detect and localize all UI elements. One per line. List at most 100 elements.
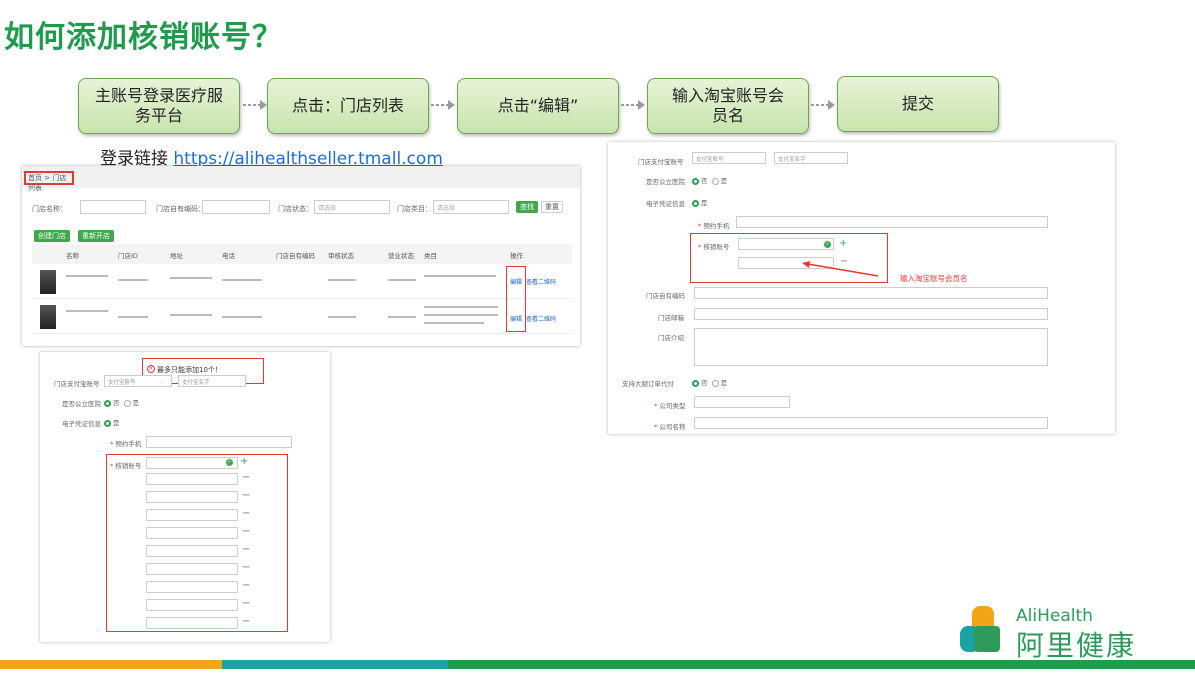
option-yes: 是	[132, 399, 140, 407]
edit-highlight-box	[506, 266, 526, 332]
filter-code-input[interactable]	[202, 200, 270, 214]
intro-textarea[interactable]	[694, 328, 1048, 366]
add-icon[interactable]: +	[240, 457, 248, 467]
company-name-label-text: 公司名称	[659, 423, 686, 431]
step-edit: 点击“编辑”	[457, 78, 619, 134]
redacted-text	[424, 306, 498, 308]
breadcrumb: 首页 > 门店列表	[22, 166, 580, 192]
column-header: 门店自有编码	[276, 252, 315, 260]
column-header: 营业状态	[388, 252, 414, 260]
public-hospital-radios[interactable]: 否 是	[692, 175, 727, 185]
phone-label-text: 预约手机	[703, 222, 730, 230]
verify-account-input[interactable]	[146, 509, 238, 521]
column-header: 电话	[222, 252, 235, 260]
remove-icon[interactable]: −	[242, 527, 250, 537]
redacted-text	[424, 314, 498, 316]
radio-icon[interactable]	[711, 177, 719, 185]
company-type-label-text: 公司类型	[659, 402, 686, 410]
annotation-arrow-icon	[802, 261, 879, 277]
arrow-icon	[620, 98, 646, 112]
code-input[interactable]	[694, 287, 1048, 299]
create-store-button[interactable]: 创建门店	[34, 230, 70, 242]
evoucher-radio[interactable]: 是	[692, 197, 708, 207]
remove-icon[interactable]: −	[242, 617, 250, 627]
evoucher-radio[interactable]: 是	[104, 417, 120, 427]
alipay-name-placeholder: 支付宝名字	[182, 380, 210, 386]
verify-label-text: 核销账号	[703, 243, 730, 251]
option-no: 否	[701, 379, 708, 387]
verify-account-input[interactable]	[146, 473, 238, 485]
remove-icon[interactable]: −	[242, 509, 250, 519]
company-type-select[interactable]	[694, 396, 790, 408]
remove-icon[interactable]: −	[242, 473, 250, 483]
verify-account-input[interactable]	[146, 617, 238, 629]
store-list-screenshot: 首页 > 门店列表 门店名称： 门店自有编码： 门店状态： 请选择 门店类目： …	[22, 166, 580, 346]
step-submit: 提交	[837, 76, 999, 132]
breadcrumb-text[interactable]: 首页 > 门店列表	[24, 171, 74, 192]
verify-label: * 核销账号	[110, 462, 142, 470]
step-label: 点击“编辑”	[497, 96, 579, 115]
qrcode-link[interactable]: 查看二维码	[526, 314, 556, 323]
filter-category-select[interactable]: 请选择	[433, 200, 509, 214]
company-name-input[interactable]	[694, 417, 1048, 429]
remove-icon[interactable]: −	[242, 581, 250, 591]
redacted-text	[424, 275, 496, 277]
verify-account-input[interactable]	[146, 581, 238, 593]
reopen-store-button[interactable]: 重新开店	[78, 230, 114, 242]
option-yes: 是	[720, 177, 728, 185]
alipay-placeholder: 支付宝账号	[696, 157, 724, 163]
table-header: 名称 门店ID 地址 电话 门店自有编码 审核状态 营业状态 类目 操作	[32, 244, 572, 264]
support-label: 支持大额订单代付	[622, 380, 674, 388]
filter-status-select[interactable]: 请选择	[314, 200, 390, 214]
phone-input[interactable]	[736, 216, 1048, 228]
phone-input[interactable]	[146, 436, 292, 448]
remove-icon[interactable]: −	[242, 599, 250, 609]
company-name-label: * 公司名称	[654, 423, 686, 431]
radio-selected-icon[interactable]	[692, 199, 699, 207]
search-button[interactable]: 查找	[516, 201, 538, 213]
email-input[interactable]	[694, 308, 1048, 320]
radio-selected-icon[interactable]	[104, 419, 111, 427]
redacted-text	[424, 322, 484, 324]
alipay-label: 门店支付宝账号	[54, 380, 100, 388]
qrcode-link[interactable]: 查看二维码	[526, 277, 556, 286]
column-header: 地址	[170, 252, 183, 260]
alipay-label: 门店支付宝账号	[638, 158, 684, 166]
reset-button[interactable]: 重置	[541, 201, 563, 213]
alipay-name-input[interactable]: 支付宝名字	[178, 375, 246, 387]
redacted-text	[222, 316, 262, 318]
verify-account-input[interactable]	[146, 457, 238, 469]
store-thumbnail	[40, 305, 56, 329]
bar-segment-green	[448, 660, 1195, 669]
option-yes: 是	[701, 199, 708, 207]
filter-name-input[interactable]	[80, 200, 146, 214]
add-icon[interactable]: +	[839, 239, 847, 249]
filter-category-label: 门店类目：	[397, 205, 432, 213]
radio-icon[interactable]	[123, 399, 131, 407]
remove-icon[interactable]: −	[242, 491, 250, 501]
verify-account-input[interactable]	[146, 545, 238, 557]
verify-account-input[interactable]	[738, 238, 834, 250]
redacted-text	[328, 279, 356, 281]
phone-label: * 预约手机	[110, 440, 142, 448]
support-radios[interactable]: 否 是	[692, 377, 727, 387]
radio-icon[interactable]	[711, 379, 719, 387]
radio-selected-icon[interactable]	[692, 177, 699, 185]
bar-segment-orange	[0, 660, 222, 669]
alipay-input[interactable]: 支付宝账号	[692, 152, 766, 164]
store-thumbnail	[40, 270, 56, 294]
verify-account-input[interactable]	[146, 527, 238, 539]
verify-account-input[interactable]	[146, 491, 238, 503]
remove-icon[interactable]: −	[242, 545, 250, 555]
alipay-input[interactable]: 支付宝账号	[104, 375, 172, 387]
verify-account-input[interactable]	[146, 563, 238, 575]
option-no: 否	[113, 399, 120, 407]
alipay-name-input[interactable]: 支付宝名字	[774, 152, 848, 164]
radio-selected-icon[interactable]	[104, 399, 111, 407]
option-no: 否	[701, 177, 708, 185]
redacted-text	[328, 316, 356, 318]
radio-selected-icon[interactable]	[692, 379, 699, 387]
verify-account-input[interactable]	[146, 599, 238, 611]
remove-icon[interactable]: −	[242, 563, 250, 573]
public-hospital-radios[interactable]: 否 是	[104, 397, 139, 407]
